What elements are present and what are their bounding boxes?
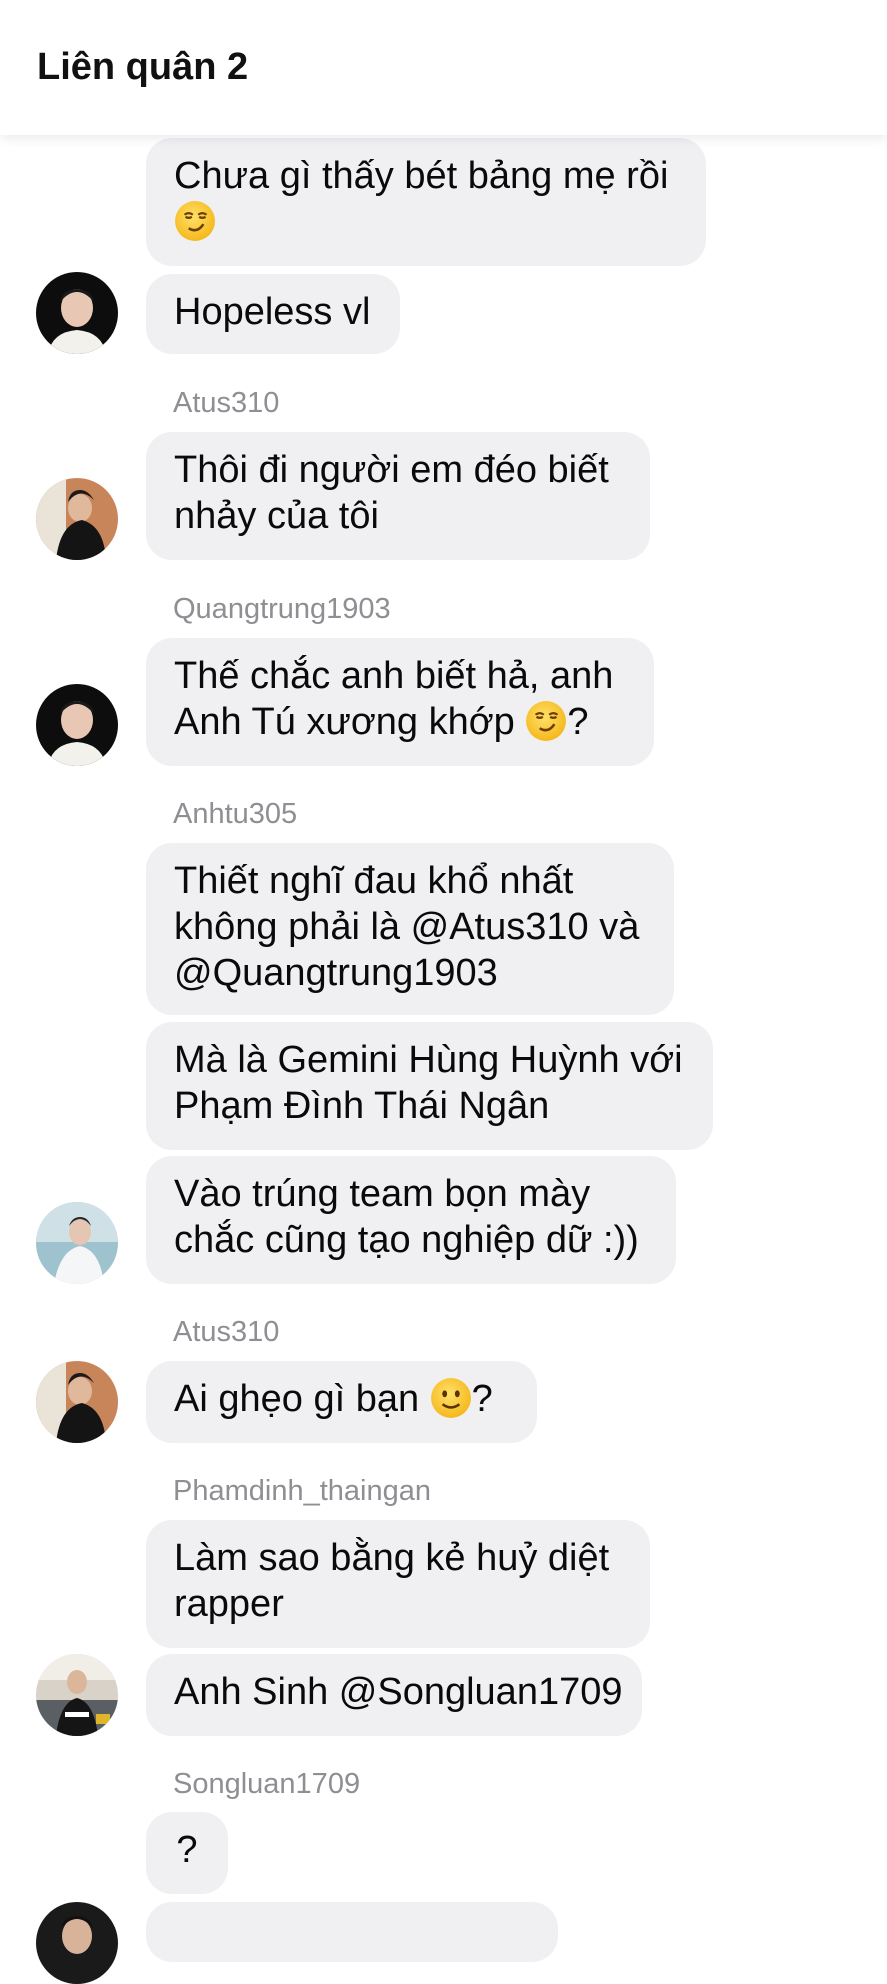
message-text: @Quangtrung1903 (174, 952, 498, 994)
message-text: Làm sao bằng kẻ huỷ diệt (174, 1537, 610, 1579)
message-bubble[interactable]: Thôi đi người em đéo biết nhảy của tôi (146, 432, 650, 560)
sender-name: Quangtrung1903 (173, 593, 391, 625)
message-text: Thôi đi người em đéo biết (174, 449, 609, 491)
message-text: rapper (174, 1583, 284, 1625)
message-suffix: ? (567, 701, 589, 743)
message-bubble[interactable]: ? (146, 1812, 228, 1894)
message-text: Vào trúng team bọn mày (174, 1173, 591, 1215)
avatar-atus310[interactable] (36, 1361, 118, 1443)
message-bubble[interactable]: Làm sao bằng kẻ huỷ diệt rapper (146, 1520, 650, 1648)
sender-name: Atus310 (173, 1316, 280, 1348)
message-text: Phạm Đình Thái Ngân (174, 1085, 550, 1127)
avatar-songluan1709[interactable] (36, 1902, 118, 1984)
avatar-atus310[interactable] (36, 478, 118, 560)
message-bubble[interactable]: Vào trúng team bọn mày chắc cũng tạo ngh… (146, 1156, 676, 1284)
message-text: Ai ghẹo gì bạn (174, 1378, 430, 1420)
message-bubble-partial[interactable] (146, 1902, 558, 1962)
avatar-phamdinh-thaingan[interactable] (36, 1654, 118, 1736)
message-text: Hopeless vl (174, 291, 371, 333)
message-bubble[interactable]: Thế chắc anh biết hả, anh Anh Tú xương k… (146, 638, 654, 766)
message-bubble[interactable]: Hopeless vl (146, 274, 400, 354)
smirk-emoji-icon (175, 201, 215, 241)
sender-name: Anhtu305 (173, 798, 298, 830)
message-text: không phải là @Atus310 và (174, 906, 640, 948)
avatar-user-white-shirt[interactable] (36, 684, 118, 766)
message-text: ? (176, 1829, 198, 1871)
message-bubble[interactable]: Chưa gì thấy bét bảng mẹ rồi (146, 138, 706, 266)
message-bubble[interactable]: Ai ghẹo gì bạn ? (146, 1361, 537, 1443)
avatar-user-white-shirt[interactable] (36, 272, 118, 354)
message-text: nhảy của tôi (174, 495, 379, 537)
slight-smile-emoji-icon (430, 1378, 471, 1418)
message-bubble[interactable]: Mà là Gemini Hùng Huỳnh với Phạm Đình Th… (146, 1022, 713, 1150)
sender-name: Atus310 (173, 387, 280, 419)
message-text: chắc cũng tạo nghiệp dữ :)) (174, 1219, 639, 1261)
message-text: Anh Sinh @Songluan1709 (174, 1671, 623, 1713)
avatar-anhtu305[interactable] (36, 1202, 118, 1284)
smirk-emoji-icon (526, 701, 567, 741)
message-bubble[interactable]: Thiết nghĩ đau khổ nhất không phải là @A… (146, 843, 674, 1015)
message-text: Thế chắc anh biết hả, anh (174, 655, 614, 697)
message-text: Chưa gì thấy bét bảng mẹ rồi (174, 155, 669, 197)
message-text: Anh Tú xương khớp (174, 701, 526, 743)
message-bubble[interactable]: Anh Sinh @Songluan1709 (146, 1654, 642, 1736)
chat-header: Liên quân 2 (0, 0, 887, 135)
message-text: Mà là Gemini Hùng Huỳnh với (174, 1039, 683, 1081)
chat-title[interactable]: Liên quân 2 (37, 46, 248, 89)
sender-name: Songluan1709 (173, 1768, 361, 1800)
message-suffix: ? (471, 1378, 493, 1420)
sender-name: Phamdinh_thaingan (173, 1475, 431, 1507)
message-text: Thiết nghĩ đau khổ nhất (174, 860, 574, 902)
